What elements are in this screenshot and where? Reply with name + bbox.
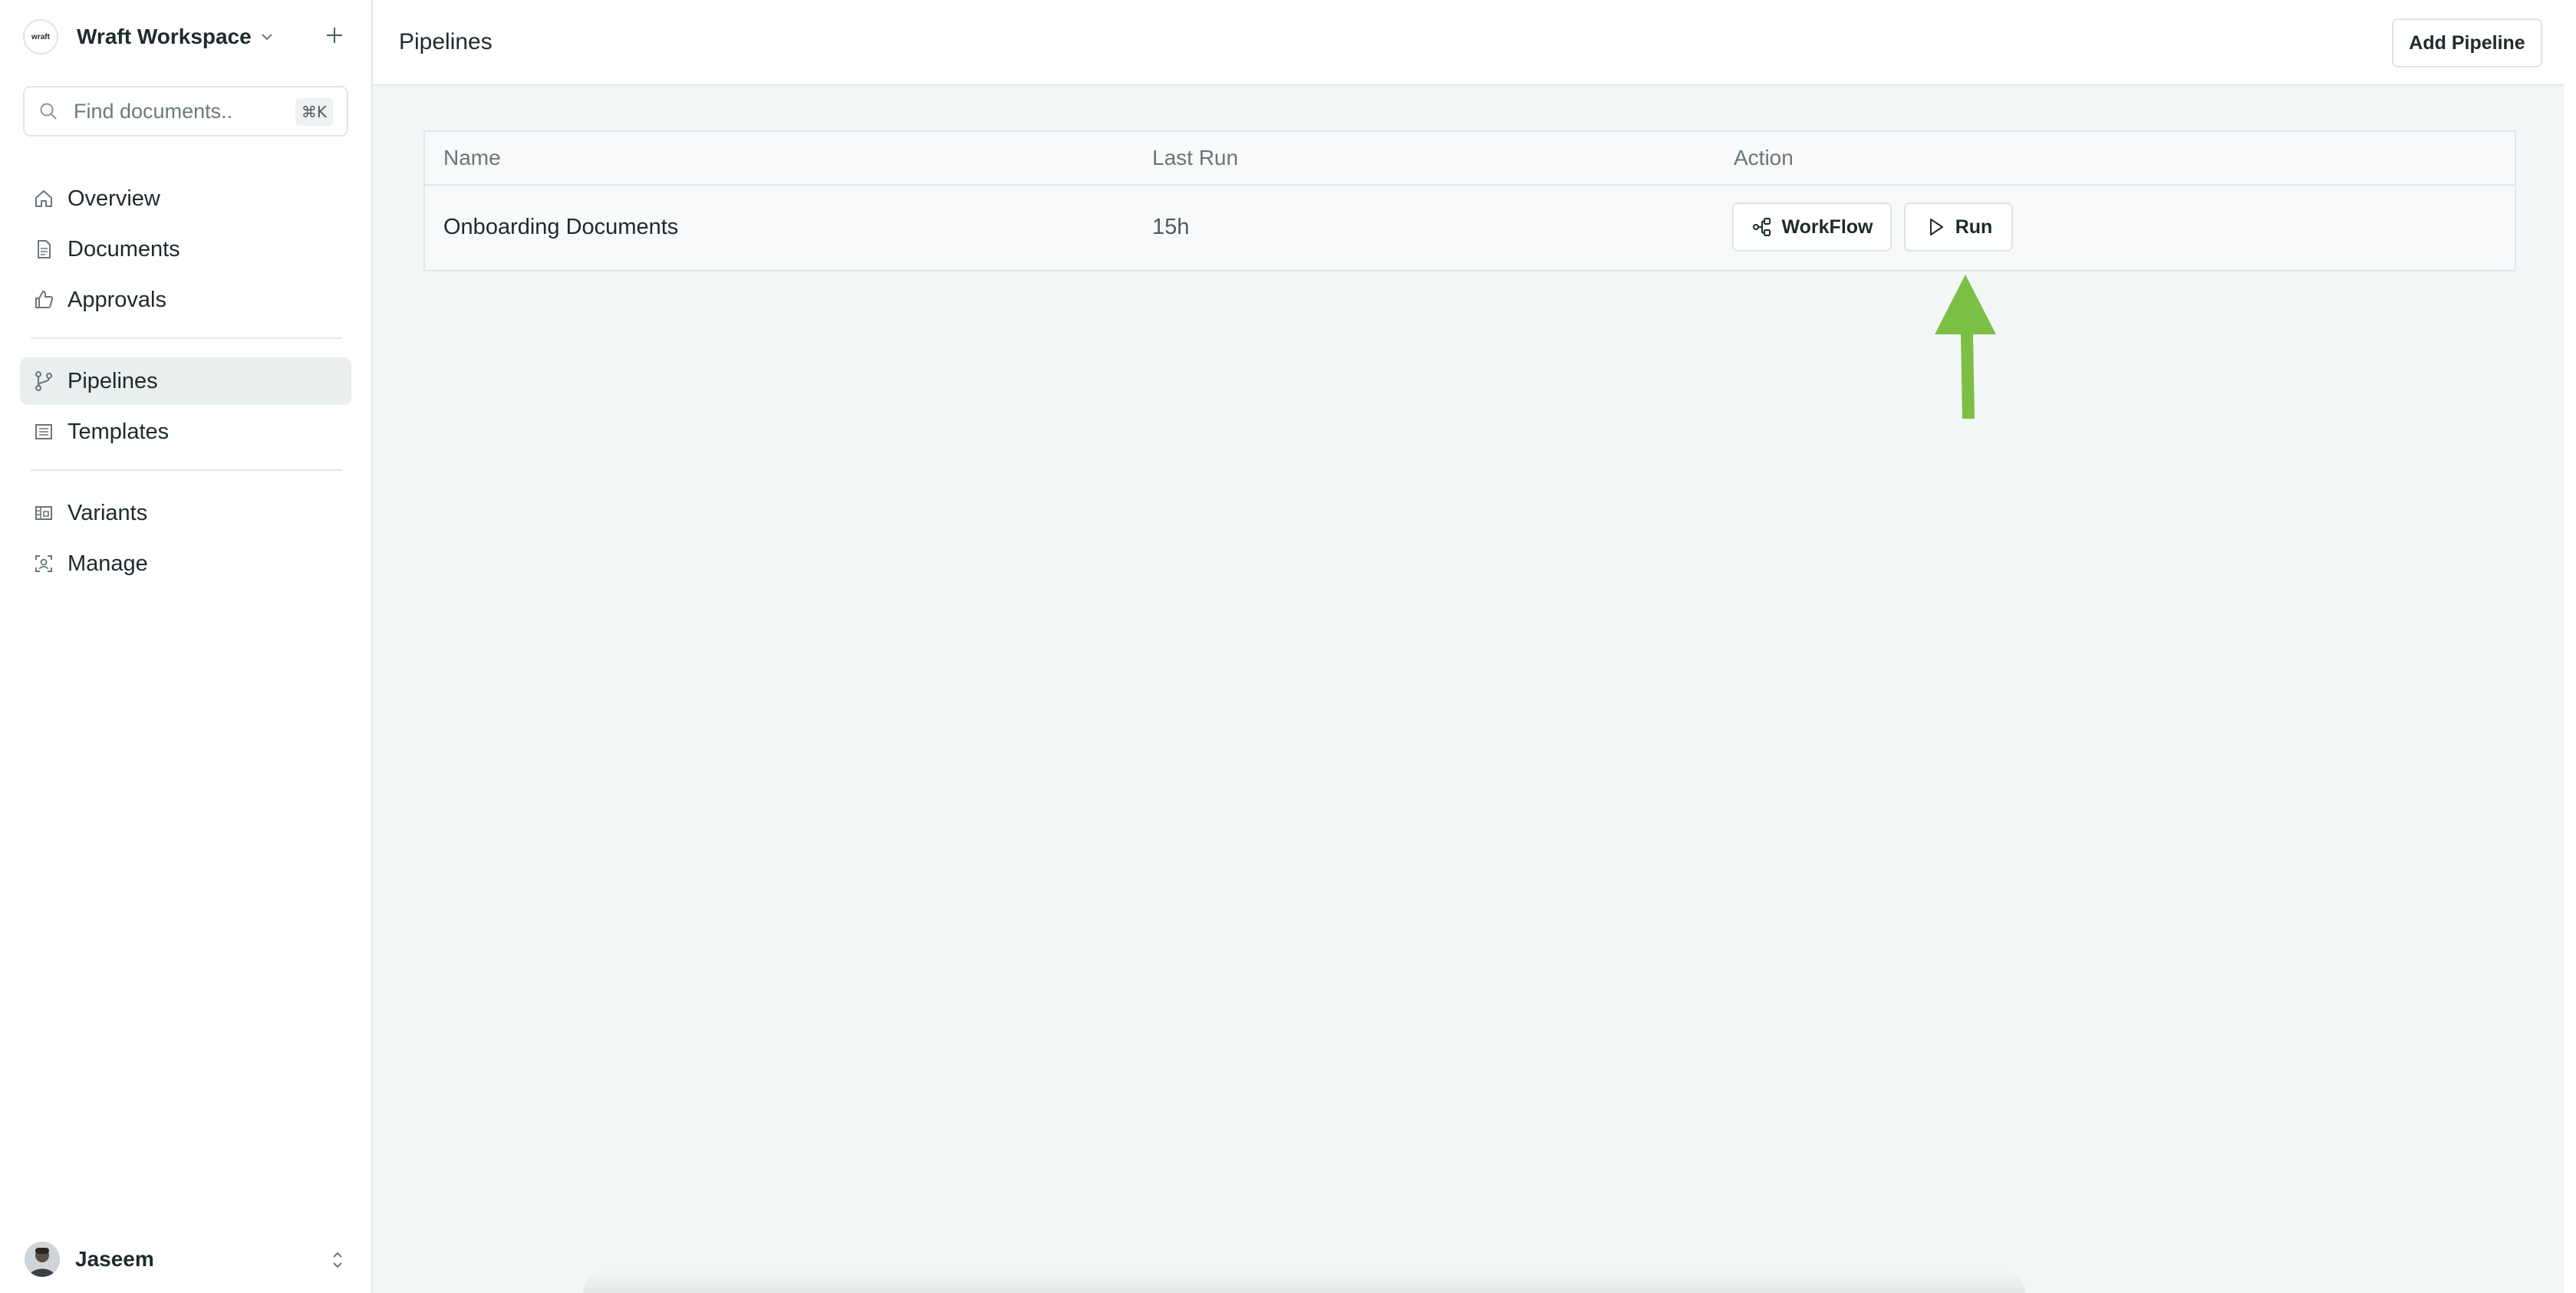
sidebar-item-manage[interactable]: Manage (20, 540, 351, 587)
search-shortcut-badge: ⌘K (295, 98, 333, 126)
sidebar-item-variants[interactable]: Variants (20, 489, 351, 537)
page-header: Pipelines Add Pipeline (373, 0, 2576, 86)
pipeline-last-run: 15h (1152, 215, 1190, 239)
table-row[interactable]: Onboarding Documents 15h WorkFlow Run (425, 186, 2515, 271)
plus-icon (324, 25, 344, 49)
sidebar-item-label: Overview (68, 186, 160, 211)
green-arrow-annotation (1935, 275, 1996, 419)
pipelines-table: Name Last Run Action Onboarding Document… (423, 130, 2516, 271)
sidebar-item-approvals[interactable]: Approvals (20, 276, 351, 324)
run-button-label: Run (1955, 216, 1993, 238)
sidebar: wraft Wraft Workspace ⌘K Overview Docume… (0, 0, 373, 1293)
pipeline-name[interactable]: Onboarding Documents (443, 215, 678, 240)
search-icon (38, 100, 61, 123)
chevron-down-icon (259, 28, 276, 45)
workflow-icon (1751, 216, 1774, 239)
sidebar-item-label: Manage (68, 551, 148, 576)
chevron-up-down-icon[interactable] (328, 1249, 347, 1272)
sidebar-item-templates[interactable]: Templates (20, 408, 351, 456)
page-title: Pipelines (399, 29, 492, 54)
column-header-last-run: Last Run (1152, 146, 1239, 169)
sidebar-item-documents[interactable]: Documents (20, 225, 351, 273)
list-icon (32, 420, 55, 443)
add-workspace-button[interactable] (319, 21, 350, 52)
sidebar-divider (31, 469, 342, 471)
sidebar-item-label: Approvals (68, 287, 166, 312)
sidebar-item-label: Variants (68, 500, 148, 525)
workspace-logo: wraft (23, 19, 58, 54)
workspace-name: Wraft Workspace (77, 25, 252, 48)
add-pipeline-button[interactable]: Add Pipeline (2392, 18, 2542, 67)
workspace-switcher[interactable]: wraft Wraft Workspace (23, 17, 350, 57)
workflow-button[interactable]: WorkFlow (1732, 202, 1892, 252)
search-input[interactable] (72, 98, 282, 124)
git-branch-icon (32, 370, 55, 393)
bottom-shadow (583, 1270, 2025, 1293)
table-header: Name Last Run Action (425, 132, 2515, 186)
sidebar-divider (31, 337, 342, 339)
document-icon (32, 238, 55, 261)
search-box[interactable]: ⌘K (23, 86, 348, 137)
sidebar-item-overview[interactable]: Overview (20, 175, 351, 222)
layout-icon (32, 502, 55, 525)
column-header-action: Action (1734, 146, 1794, 169)
user-menu[interactable]: Jaseem (25, 1238, 347, 1281)
user-name: Jaseem (75, 1247, 154, 1271)
sidebar-item-label: Templates (68, 419, 170, 444)
thumbs-up-icon (32, 288, 55, 311)
user-square-icon (32, 552, 55, 575)
sidebar-item-label: Documents (68, 236, 180, 262)
window-edge (2564, 0, 2576, 1293)
column-header-name: Name (443, 146, 501, 169)
home-icon (32, 187, 55, 210)
play-icon (1925, 216, 1948, 239)
sidebar-item-label: Pipelines (68, 368, 158, 393)
sidebar-item-pipelines[interactable]: Pipelines (20, 357, 351, 405)
run-button[interactable]: Run (1904, 202, 2013, 252)
avatar (25, 1242, 60, 1277)
workflow-button-label: WorkFlow (1781, 216, 1873, 238)
